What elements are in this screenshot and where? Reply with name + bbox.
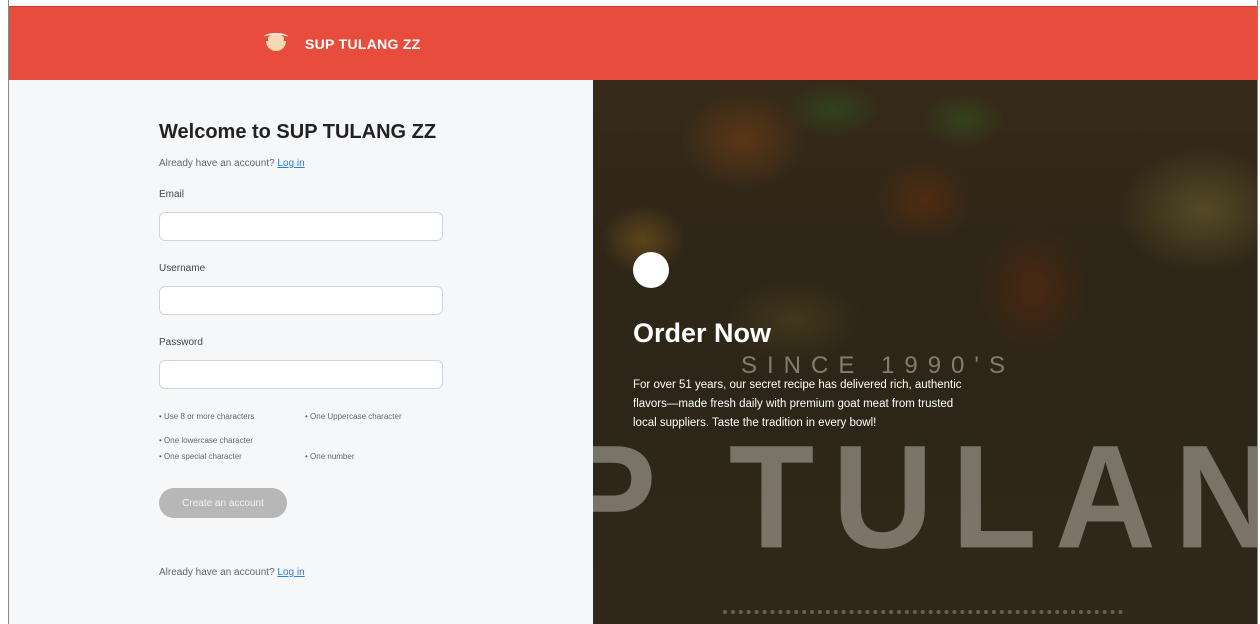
bottom-login-prompt: Already have an account? Log in: [159, 567, 459, 578]
hero-bg-dots: [723, 610, 1123, 624]
email-field[interactable]: [159, 212, 443, 241]
hero-circle-icon: [633, 252, 669, 288]
email-label: Email: [159, 189, 185, 200]
password-rules: • Use 8 or more characters • One Upperca…: [159, 412, 459, 461]
rule-uppercase: • One Uppercase character: [305, 412, 402, 421]
signup-form: Welcome to SUP TULANG ZZ Already have an…: [159, 116, 459, 578]
login-prompt: Already have an account? Log in: [159, 158, 459, 169]
brand[interactable]: SUP TULANG ZZ: [263, 33, 421, 55]
page-title: Welcome to SUP TULANG ZZ: [159, 121, 437, 143]
password-field[interactable]: [159, 360, 443, 389]
username-label: Username: [159, 263, 206, 274]
app-frame: SUP TULANG ZZ Welcome to SUP TULANG ZZ A…: [8, 0, 1258, 624]
bottom-login-text: Already have an account?: [159, 567, 275, 578]
brand-name: SUP TULANG ZZ: [305, 36, 421, 52]
create-account-button[interactable]: Create an account: [159, 488, 287, 518]
password-label: Password: [159, 337, 203, 348]
hero-bg-word: P TULANG: [593, 414, 1257, 579]
order-description: For over 51 years, our secret recipe has…: [633, 379, 962, 429]
login-link[interactable]: Log in: [277, 158, 304, 169]
bottom-login-link[interactable]: Log in: [277, 567, 304, 578]
rule-lowercase: • One lowercase character: [159, 436, 253, 445]
rule-number: • One number: [305, 452, 355, 461]
rule-special: • One special character: [159, 452, 242, 461]
login-prompt-text: Already have an account?: [159, 158, 275, 169]
username-field[interactable]: [159, 286, 443, 315]
hero-panel: SINCE 1990'S P TULANG Order Now For over…: [593, 80, 1257, 624]
rule-length: • Use 8 or more characters: [159, 412, 255, 421]
signup-panel: Welcome to SUP TULANG ZZ Already have an…: [9, 80, 593, 624]
soup-bowl-logo-icon: [263, 33, 289, 55]
top-bar: SUP TULANG ZZ: [9, 6, 1257, 80]
order-now-title: Order Now: [633, 318, 772, 348]
